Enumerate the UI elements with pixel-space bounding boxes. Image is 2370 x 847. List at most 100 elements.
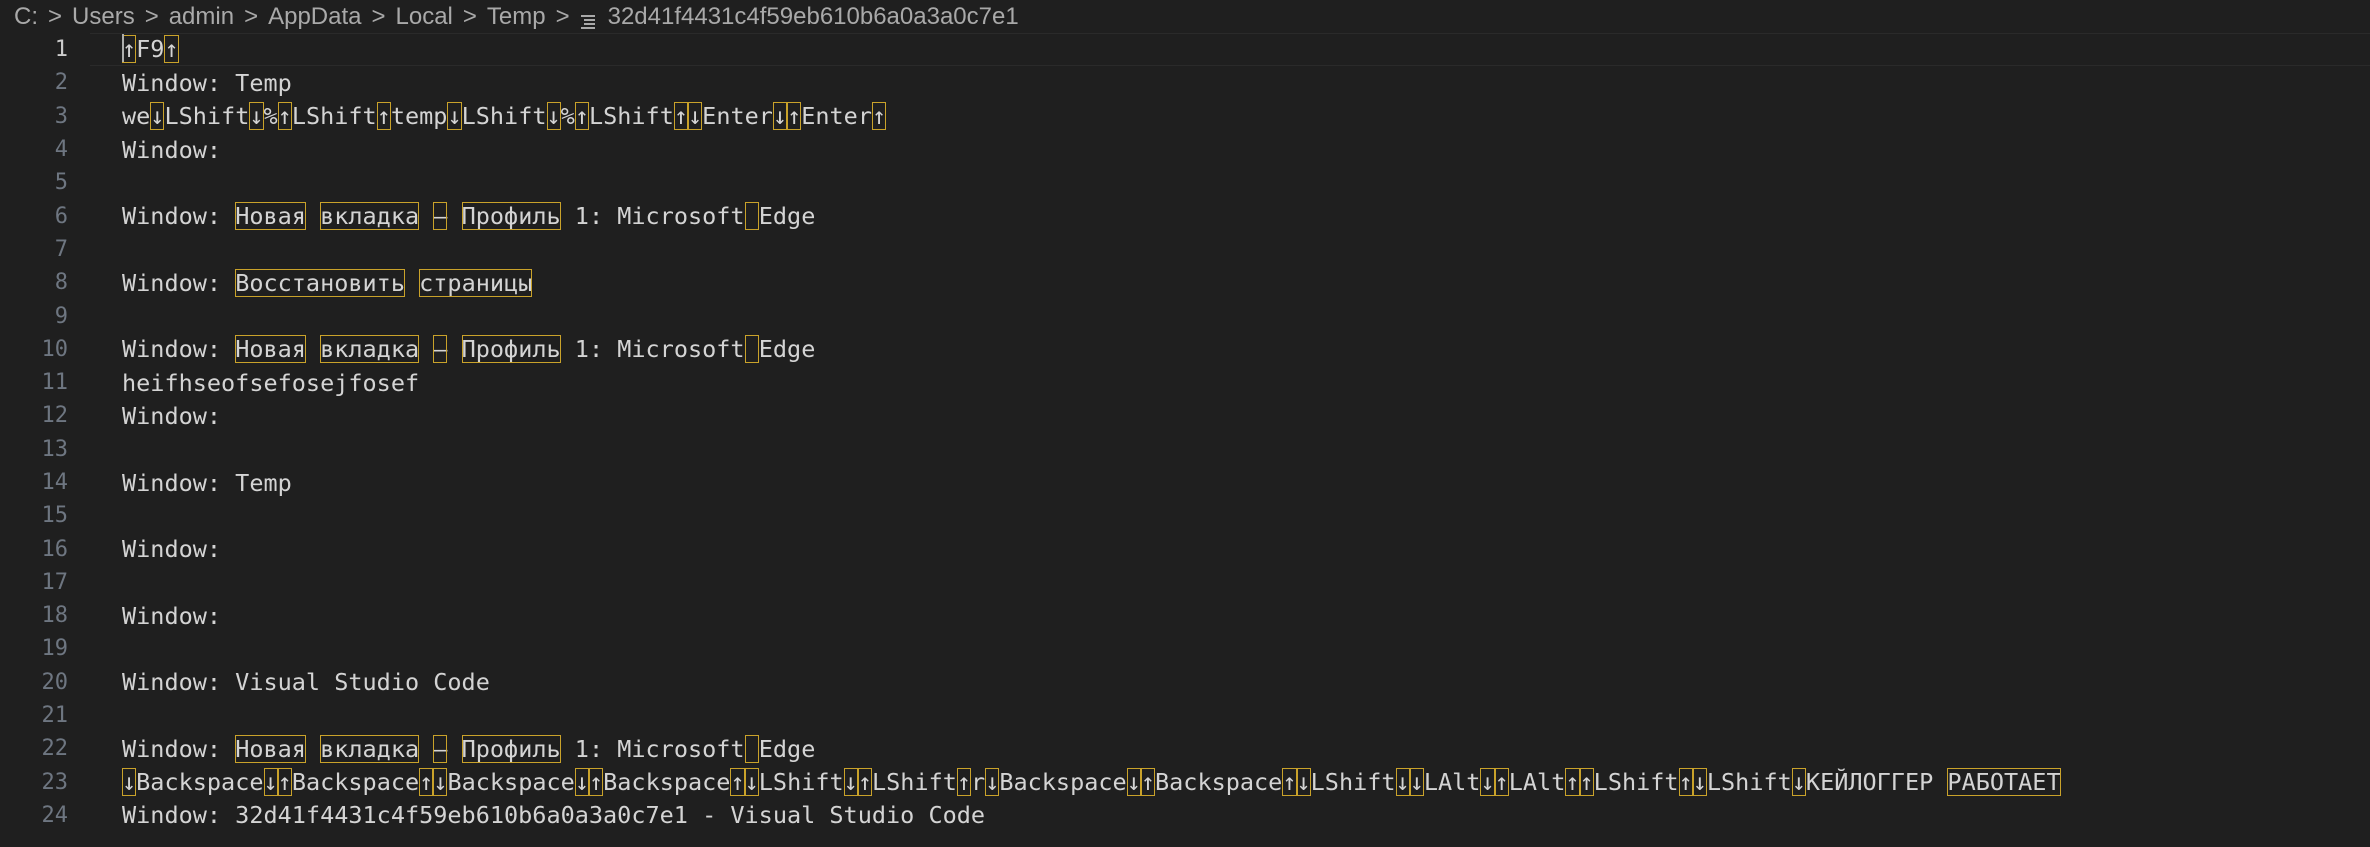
unicode-highlight (744, 734, 759, 763)
unicode-highlight: Профиль (461, 202, 561, 231)
unicode-highlight: ↑ (419, 768, 434, 797)
editor-line[interactable]: 16 Window: (0, 532, 2370, 565)
text-segment (447, 735, 461, 763)
breadcrumb-item[interactable]: Local (396, 3, 453, 30)
editor-line[interactable]: 13 (0, 433, 2370, 466)
line-text: Window: Temp (122, 69, 292, 97)
unicode-highlight: ↑ (1678, 768, 1693, 797)
unicode-highlight: ↑ (871, 102, 887, 131)
text-segment: 1: Microsoft (560, 335, 745, 364)
line-number: 14 (41, 470, 69, 495)
text-segment: Window: (122, 335, 236, 364)
unicode-highlight: ↑ (122, 34, 137, 63)
line-text: Window: (122, 602, 221, 630)
line-text: Window: 32d41f4431c4f59eb610b6a0a3a0c7e1… (122, 801, 985, 829)
unicode-highlight: ↓ (1126, 768, 1141, 797)
unicode-highlight: ↑ (1579, 768, 1594, 797)
unicode-highlight: ↑ (1565, 768, 1580, 797)
editor-line[interactable]: 3 we↓LShift↓%↑LShift↑temp↓LShift↓%↑LShift… (0, 100, 2370, 133)
line-number: 4 (54, 137, 68, 163)
text-segment (1933, 768, 1947, 796)
line-text: Window: (122, 402, 221, 430)
editor-line[interactable]: 20 Window: Visual Studio Code (0, 666, 2370, 699)
text-segment: Edge (758, 202, 816, 231)
text-segment: r (971, 768, 986, 797)
editor-line[interactable]: 19 (0, 632, 2370, 665)
editor-line[interactable]: 18 Window: (0, 599, 2370, 632)
text-segment (405, 269, 419, 297)
text-segment: Window: (122, 601, 222, 630)
text-segment (419, 735, 433, 763)
text-segment (447, 202, 461, 230)
unicode-highlight: ↑ (277, 102, 292, 131)
editor-line[interactable]: 22 Window: Новая вкладка — Профиль 1: Mic… (0, 732, 2370, 765)
editor-line[interactable]: 6 Window: Новая вкладка — Профиль 1: Micr… (0, 199, 2370, 232)
text-file-icon (580, 8, 596, 29)
unicode-highlight: Новая (235, 734, 306, 763)
editor-line[interactable]: 2 Window: Temp (0, 66, 2370, 99)
text-segment: Window: Temp (122, 468, 292, 497)
line-number: 15 (41, 503, 69, 529)
line-number: 6 (54, 203, 68, 229)
text-segment: Backspace (603, 768, 731, 797)
editor-line[interactable]: 21 (0, 699, 2370, 732)
text-cursor (122, 34, 124, 63)
text-segment: LShift (1593, 768, 1679, 797)
unicode-highlight: ↓ (1791, 768, 1806, 797)
editor-line[interactable]: 1 ↑F9↑ (0, 33, 2370, 67)
text-segment: Window: (122, 135, 222, 164)
breadcrumb-item[interactable]: admin (169, 3, 234, 30)
breadcrumb-separator: > (244, 2, 259, 30)
editor-line[interactable]: 7 (0, 233, 2370, 266)
line-number: 24 (41, 802, 69, 828)
breadcrumb-item[interactable]: Users (72, 3, 135, 30)
text-segment: LShift (871, 768, 957, 797)
breadcrumb-item[interactable]: Temp (487, 3, 546, 30)
unicode-highlight: ↓ (447, 102, 462, 131)
editor-line[interactable]: 4 Window: (0, 133, 2370, 166)
editor-line[interactable]: 24 Window: 32d41f4431c4f59eb610b6a0a3a0c7… (0, 799, 2370, 832)
breadcrumb-item[interactable]: C: (14, 3, 38, 30)
line-number: 19 (41, 636, 69, 662)
editor-line[interactable]: 14 Window: Temp (0, 466, 2370, 499)
unicode-highlight: ↑ (857, 768, 872, 797)
line-text: heifhseofsefosejfosef (122, 369, 419, 397)
text-segment: temp (390, 102, 448, 131)
breadcrumb-separator: > (462, 2, 477, 30)
text-segment: LAlt (1423, 768, 1481, 797)
line-number: 10 (41, 336, 69, 362)
unicode-highlight: ↓ (433, 768, 448, 797)
editor-line[interactable]: 10 Window: Новая вкладка — Профиль 1: Mic… (0, 333, 2370, 366)
editor-line[interactable]: 5 (0, 166, 2370, 199)
breadcrumb-file[interactable]: 32d41f4431c4f59eb610b6a0a3a0c7e1 (608, 3, 1019, 31)
text-segment (306, 335, 320, 363)
unicode-highlight: ↓ (688, 102, 703, 131)
editor-line[interactable]: 17 (0, 566, 2370, 599)
text-segment: Window: Visual Studio Code (122, 668, 490, 697)
unicode-highlight: ↓ (1692, 768, 1707, 797)
editor-line[interactable]: 15 (0, 499, 2370, 532)
unicode-highlight: РАБОТАЕТ (1947, 768, 2061, 797)
text-segment: LShift (758, 768, 844, 797)
text-segment: heifhseofsefosejfosef (122, 368, 420, 397)
editor-line[interactable]: 23 ↓Backspace↓↑Backspace↑↓Backspace↓↑Back… (0, 766, 2370, 799)
unicode-highlight: ↓ (249, 102, 264, 131)
unicode-highlight: Профиль (461, 734, 561, 763)
line-text: Window: Новая вкладка — Профиль 1: Micro… (122, 202, 816, 231)
editor-line[interactable]: 12 Window: (0, 399, 2370, 432)
line-text: Window: Восстановить страницы (122, 268, 533, 297)
current-line-highlight (90, 33, 2370, 67)
breadcrumb-separator: > (48, 2, 63, 30)
unicode-highlight: Новая (235, 335, 306, 364)
line-number: 2 (54, 70, 68, 96)
editor-line[interactable]: 11 heifhseofsefosejfosef (0, 366, 2370, 399)
unicode-highlight: ↑ (164, 34, 179, 63)
text-segment: 1: Microsoft (560, 202, 745, 231)
editor-line[interactable]: 9 (0, 299, 2370, 332)
line-text: Window: (122, 136, 221, 164)
text-editor[interactable]: 1 ↑F9↑ 2 Window: Temp 3 we↓LShift↓%↑LShift↑te… (0, 33, 2370, 847)
line-number: 3 (54, 103, 68, 129)
breadcrumb-item[interactable]: AppData (268, 3, 361, 30)
editor-line[interactable]: 8 Window: Восстановить страницы (0, 266, 2370, 299)
text-segment (419, 202, 433, 230)
